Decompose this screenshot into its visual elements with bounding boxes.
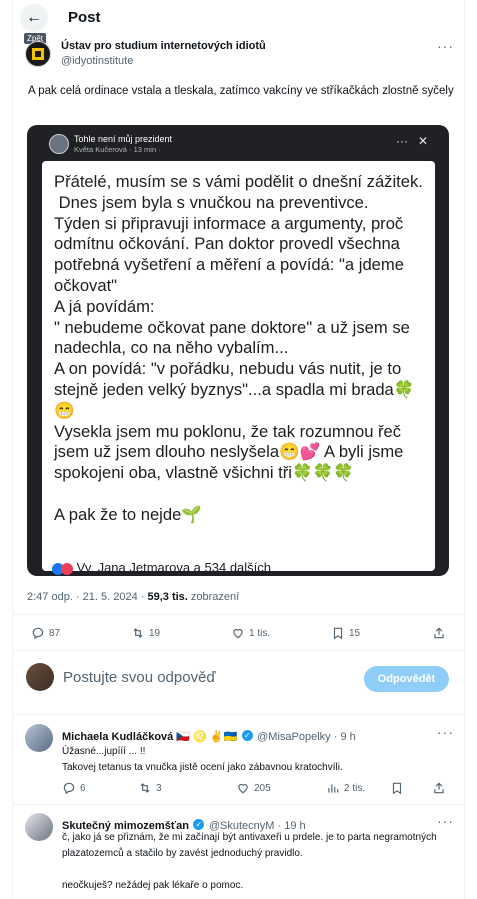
comment-reply-count: 6 [80,782,86,794]
repost-count: 19 [149,627,161,639]
comment-text: č, jako já se přiznám, že mi začínají bý… [62,832,437,891]
media-reactions-text: Vy, Jana Jetmarova a 534 dalších [76,560,272,575]
bookmark-button[interactable]: 15 [331,626,360,640]
divider [12,650,465,651]
reply-count: 87 [49,627,61,639]
media-close-icon: ✕ [418,134,429,148]
post-time[interactable]: 2:47 odp. · 21. 5. 2024 · [27,591,147,603]
comment-repost-button[interactable]: 3 [138,781,162,795]
divider [12,614,465,615]
more-options-icon[interactable]: ··· [437,38,454,54]
comment-header: Michaela Kudláčková 🇨🇿 ♌ ✌️🇺🇦 ✓ @MisaPop… [62,727,356,745]
comment-like-button[interactable]: 205 [236,781,271,795]
media-group-name: Tohle není můj prezident [74,134,173,144]
repost-icon [133,628,143,638]
repost-button[interactable]: 19 [131,626,160,640]
views-label: zobrazení [187,591,240,603]
like-button[interactable]: 1 tis. [231,626,270,640]
logo-icon [32,48,44,60]
reply-submit-button[interactable]: Odpovědět [364,666,449,692]
comment-handle[interactable]: @MisaPopelky · 9 h [257,731,356,743]
media-post-text: Přátelé, musím se s vámi podělit o dnešn… [54,172,423,524]
share-button[interactable] [432,626,446,640]
post-timestamp-views: 2:47 odp. · 21. 5. 2024 · 59,3 tis. zobr… [27,591,239,603]
comment-more-icon[interactable]: ··· [437,813,454,829]
author-avatar[interactable] [25,41,51,67]
comment-text: Úžasné...jupííí ... !! Takovej tetanus t… [62,746,343,773]
repost-icon [140,783,150,793]
verified-badge-icon: ✓ [193,819,205,831]
comment-bookmark-button[interactable] [390,781,404,795]
love-reaction-icon [61,562,73,575]
verified-badge-icon: ✓ [241,730,253,742]
share-icon [434,627,444,639]
reply-icon [32,627,44,640]
current-user-avatar[interactable] [26,663,54,691]
bookmark-count: 15 [349,627,361,639]
column-border-left [12,0,13,899]
poster-avatar [49,134,69,154]
heart-icon [238,784,248,794]
views-count: 59,3 tis. [147,591,188,603]
divider [12,804,465,805]
comment-author-name[interactable]: Michaela Kudláčková 🇨🇿 ♌ ✌️🇺🇦 [62,731,237,743]
share-icon [434,782,444,794]
author-name[interactable]: Ústav pro studium internetových idiotů [61,40,266,52]
media-poster: Květa Kučerová · 13 min · [74,145,161,154]
bookmark-icon [392,782,402,795]
reply-icon [63,782,75,795]
heart-icon [233,629,243,639]
back-button[interactable]: ← [20,4,48,32]
comment-reply-button[interactable]: 6 [62,781,86,795]
media-reactions: Vy, Jana Jetmarova a 534 dalších [52,560,271,575]
reply-input[interactable]: Postujte svou odpověď [63,669,353,686]
column-border-right [464,0,465,899]
page-title: Post [68,9,101,26]
comment-share-button[interactable] [432,781,446,795]
comment-view-count: 2 tis. [344,782,366,794]
bookmark-icon [333,627,343,640]
like-count: 1 tis. [249,627,271,639]
comment-like-count: 205 [254,782,271,794]
comment-more-icon[interactable]: ··· [437,724,454,740]
author-handle[interactable]: @idyotinstitute [61,55,133,67]
media-more-icon: ··· [396,134,408,148]
comment-repost-count: 3 [156,782,162,794]
tweet-text: A pak celá ordinace vstala a tleskala, z… [28,85,454,97]
divider [12,714,465,715]
arrow-left-icon: ← [26,9,42,26]
comment-avatar[interactable] [25,813,53,841]
comment-views-button[interactable]: 2 tis. [326,781,365,795]
reply-button[interactable]: 87 [31,626,60,640]
analytics-icon [328,784,339,793]
comment-avatar[interactable] [25,724,53,752]
